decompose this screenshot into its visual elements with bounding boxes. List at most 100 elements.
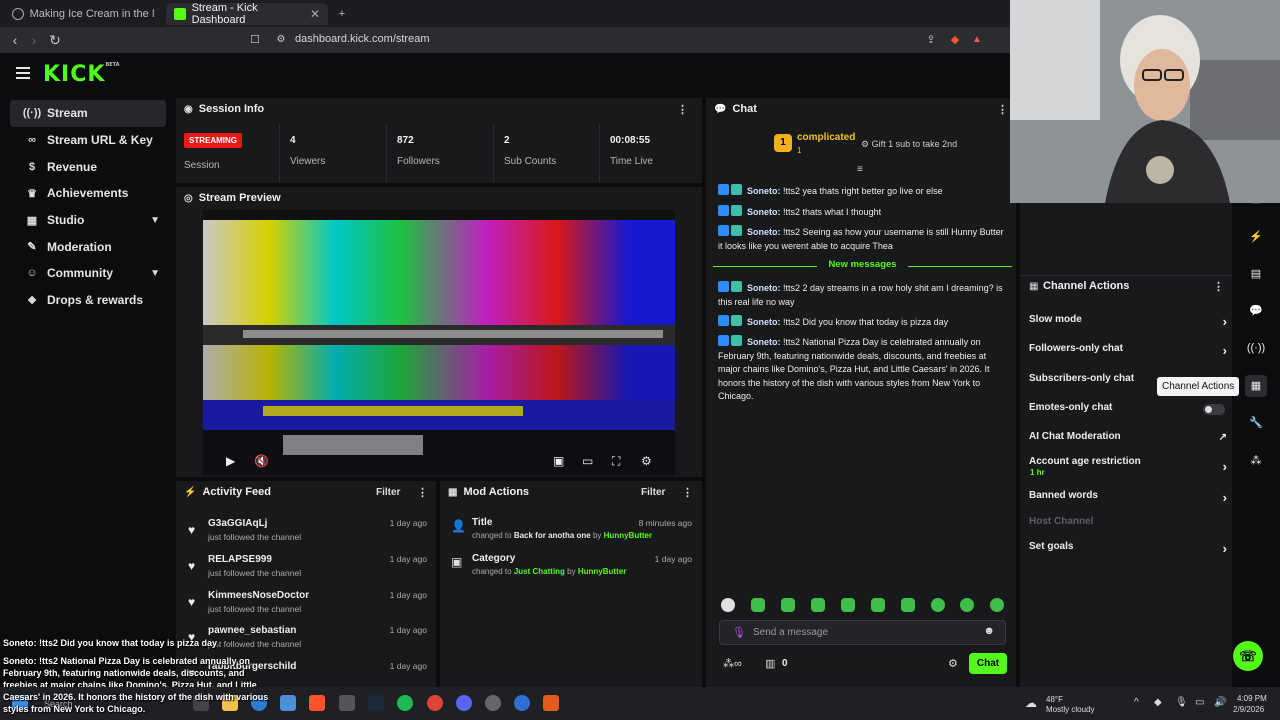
chat-input[interactable]: 🎙 Send a message ☻ — [719, 620, 1006, 645]
follower-name[interactable]: RELAPSE999 — [208, 554, 272, 565]
chat-username[interactable]: Soneto: — [747, 283, 781, 293]
kick-logo[interactable]: KICKBETA — [43, 62, 120, 87]
emote-icon[interactable] — [960, 598, 974, 612]
gift-sub-button[interactable]: ⚙ Gift 1 sub to take 2nd — [861, 139, 957, 150]
kebab-menu-icon[interactable]: ⋮ — [677, 103, 688, 116]
microphone-icon[interactable]: 🎙 — [732, 626, 746, 639]
theater-mode-icon[interactable]: ▭ — [582, 454, 593, 468]
chat-icon[interactable]: 💬 — [1245, 300, 1267, 322]
browser-tab[interactable]: Making Ice Cream in the NINJA CREA — [4, 3, 162, 25]
emote-icon[interactable] — [931, 598, 945, 612]
chat-username[interactable]: Soneto: — [747, 317, 781, 327]
mod-filter-button[interactable]: Filter — [641, 487, 665, 498]
app-icon[interactable] — [339, 695, 355, 711]
steam-icon[interactable] — [368, 695, 384, 711]
slow-mode-row[interactable]: Slow mode › — [1029, 314, 1227, 334]
chat-settings-icon[interactable]: ⚙ — [948, 657, 958, 670]
sidebar-item-drops-rewards[interactable]: ❖ Drops & rewards — [10, 287, 166, 314]
emote-icon[interactable] — [841, 598, 855, 612]
support-chat-icon[interactable]: ☏ — [1233, 641, 1263, 671]
ai-chat-moderation-row[interactable]: AI Chat Moderation ↗ — [1029, 431, 1227, 451]
reload-icon[interactable]: ↻ — [46, 31, 64, 49]
app-icon[interactable] — [485, 695, 501, 711]
follower-name[interactable]: G3aGGIAqLj — [208, 518, 267, 529]
emote-picker-icon[interactable] — [721, 598, 735, 612]
browser-tab-active[interactable]: Stream - Kick Dashboard ✕ — [166, 2, 328, 26]
sidebar-item-moderation[interactable]: ✎ Moderation — [10, 233, 166, 260]
channel-actions-rail-icon[interactable]: ▦ — [1245, 375, 1267, 397]
spotify-icon[interactable] — [397, 695, 413, 711]
sidebar-item-community[interactable]: ☺ Community ▼ — [10, 260, 166, 287]
banned-words-row[interactable]: Banned words › — [1029, 490, 1227, 510]
tray-chevron-icon[interactable]: ^ — [1134, 697, 1139, 708]
chevron-down-icon[interactable]: ▼ — [150, 268, 160, 279]
emotes-only-row[interactable]: Emotes-only chat — [1029, 402, 1227, 422]
new-tab-button[interactable]: + — [334, 3, 350, 25]
chrome-icon[interactable] — [427, 695, 443, 711]
brave-icon[interactable] — [309, 695, 325, 711]
streaming-app-icon[interactable] — [543, 695, 559, 711]
community-icon[interactable]: ⁂∞ — [723, 657, 742, 670]
kebab-menu-icon[interactable]: ⋮ — [997, 103, 1008, 116]
activity-filter-button[interactable]: Filter — [376, 487, 400, 498]
kebab-menu-icon[interactable]: ⋮ — [417, 486, 428, 499]
pinned-gifter-name[interactable]: complicated — [797, 132, 855, 143]
moderator-name[interactable]: HunnyButter — [578, 567, 626, 576]
emote-icon[interactable] — [781, 598, 795, 612]
emote-icon[interactable] — [811, 598, 825, 612]
site-info-icon[interactable]: ⚙ — [272, 31, 290, 49]
sidebar-item-revenue[interactable]: $ Revenue — [10, 153, 166, 180]
network-icon[interactable]: ▭ — [1195, 697, 1204, 708]
discord-icon[interactable] — [456, 695, 472, 711]
url-field[interactable]: dashboard.kick.com/stream — [295, 33, 430, 45]
close-tab-icon[interactable]: ✕ — [310, 7, 320, 21]
clock-date[interactable]: 2/9/2026 — [1233, 705, 1264, 714]
clock-time[interactable]: 4:09 PM — [1237, 694, 1267, 703]
collapse-pinned-icon[interactable]: ≡ — [857, 164, 863, 175]
rewards-icon[interactable]: ▲ — [968, 31, 986, 49]
community-icon[interactable]: ⁂ — [1245, 450, 1267, 472]
kebab-menu-icon[interactable]: ⋮ — [682, 486, 693, 499]
emotes-only-toggle[interactable] — [1203, 404, 1225, 415]
share-icon[interactable]: ⇪ — [922, 31, 940, 49]
brave-shield-icon[interactable]: ◆ — [946, 31, 964, 49]
microphone-tray-icon[interactable]: 🎙 — [1175, 697, 1188, 708]
document-icon[interactable]: ▤ — [1245, 263, 1267, 285]
sidebar-item-stream[interactable]: ((·)) Stream — [10, 100, 166, 127]
followers-only-row[interactable]: Followers-only chat › — [1029, 343, 1227, 363]
forward-icon[interactable]: › — [25, 31, 43, 49]
fullscreen-icon[interactable]: ⛶ — [612, 454, 620, 469]
follower-name[interactable]: KimmeesNoseDoctor — [208, 590, 309, 601]
back-icon[interactable]: ‹ — [6, 31, 24, 49]
emote-icon[interactable] — [871, 598, 885, 612]
tray-icon[interactable]: ◆ — [1154, 697, 1162, 708]
play-icon[interactable]: ▶ — [226, 454, 235, 468]
follower-name[interactable]: pawnee_sebastian — [208, 625, 296, 636]
volume-icon[interactable]: 🔊 — [1214, 697, 1226, 708]
sidebar-item-stream-url-key[interactable]: ∞ Stream URL & Key — [10, 127, 166, 154]
account-age-row[interactable]: Account age restriction 1 hr › — [1029, 456, 1227, 480]
wrench-icon[interactable]: 🔧 — [1245, 412, 1267, 434]
sidebar-item-studio[interactable]: ▦ Studio ▼ — [10, 207, 166, 234]
emote-icon[interactable] — [990, 598, 1004, 612]
app-icon[interactable] — [514, 695, 530, 711]
chat-username[interactable]: Soneto: — [747, 186, 781, 196]
chat-username[interactable]: Soneto: — [747, 337, 781, 347]
mute-icon[interactable]: 🔇 — [254, 454, 269, 468]
pip-icon[interactable]: ▣ — [553, 454, 564, 468]
hamburger-menu-icon[interactable] — [16, 67, 30, 79]
chat-username[interactable]: Soneto: — [747, 207, 781, 217]
broadcast-icon[interactable]: ((·)) — [1245, 337, 1267, 359]
emoji-icon[interactable]: ☻ — [983, 625, 995, 637]
chat-send-button[interactable]: Chat — [969, 653, 1007, 674]
bookmark-icon[interactable]: ☐ — [246, 31, 264, 49]
chevron-down-icon[interactable]: ▼ — [150, 215, 160, 226]
store-icon[interactable] — [280, 695, 296, 711]
chat-username[interactable]: Soneto: — [747, 227, 781, 237]
stream-video[interactable] — [203, 210, 675, 475]
kebab-menu-icon[interactable]: ⋮ — [1213, 280, 1224, 293]
settings-gear-icon[interactable]: ⚙ — [641, 454, 652, 468]
lightning-icon[interactable]: ⚡ — [1245, 226, 1267, 248]
set-goals-row[interactable]: Set goals › — [1029, 541, 1227, 561]
moderator-name[interactable]: HunnyButter — [604, 531, 652, 540]
